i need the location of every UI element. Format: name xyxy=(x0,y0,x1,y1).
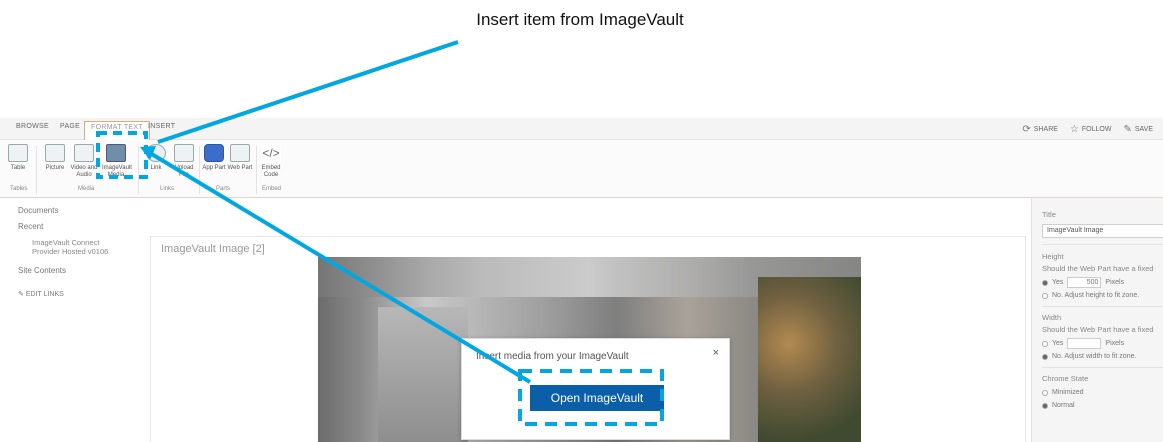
tool-pane: Title ImageVault Image Height Should the… xyxy=(1031,198,1163,442)
nav-recent-item[interactable]: ImageVault Connect Provider Hosted v0106 xyxy=(32,238,108,256)
share-icon: ⟳ xyxy=(1022,124,1031,135)
imagevault-media-button[interactable]: ImageVault Media xyxy=(102,144,132,179)
radio-icon xyxy=(1042,389,1048,396)
radio-selected-icon xyxy=(1042,402,1048,409)
save-icon: ✎ xyxy=(1123,124,1132,135)
radio-icon xyxy=(1042,292,1048,299)
imagevault-icon xyxy=(106,144,126,162)
table-button[interactable]: Table xyxy=(4,144,32,172)
group-label-tables: Tables xyxy=(10,186,28,192)
width-question: Should the Web Part have a fixed xyxy=(1042,325,1154,334)
callout-title: Insert item from ImageVault xyxy=(476,10,684,29)
video-audio-button[interactable]: Video and Audio xyxy=(70,144,98,179)
web-part-title[interactable]: ImageVault Image [2] xyxy=(161,243,265,255)
width-label: Width xyxy=(1042,313,1062,322)
radio-selected-icon xyxy=(1042,353,1048,360)
nav-site-contents[interactable]: Site Contents xyxy=(18,266,66,275)
nav-recent: Recent xyxy=(18,222,44,231)
height-value-input[interactable]: 500 xyxy=(1067,277,1102,288)
embed-code-button[interactable]: </> Embed Code xyxy=(257,144,285,179)
share-button[interactable]: ⟳ SHARE xyxy=(1022,124,1058,135)
height-question: Should the Web Part have a fixed xyxy=(1042,264,1154,273)
radio-selected-icon xyxy=(1042,279,1048,286)
group-label-media: Media xyxy=(78,186,95,192)
embed-code-icon: </> xyxy=(261,144,281,162)
web-part-icon xyxy=(230,144,250,162)
nav-documents[interactable]: Documents xyxy=(18,206,58,215)
insert-media-dialog: Insert media from your ImageVault × Open… xyxy=(461,338,730,440)
ribbon: Table Picture Video and Audio ImageVault… xyxy=(0,140,1163,198)
title-label: Title xyxy=(1042,210,1056,219)
upload-icon xyxy=(174,144,194,162)
picture-icon xyxy=(45,144,65,162)
group-label-links: Links xyxy=(160,186,175,192)
group-separator xyxy=(36,146,37,194)
pencil-icon: ✎ xyxy=(18,291,26,298)
width-no-radio[interactable]: No. Adjust width to fit zone. xyxy=(1042,353,1136,360)
app-part-button[interactable]: App Part xyxy=(200,144,228,172)
group-label-parts: Parts xyxy=(216,186,231,192)
dialog-title: Insert media from your ImageVault xyxy=(476,351,629,362)
open-imagevault-button[interactable]: Open ImageVault xyxy=(530,385,664,411)
tab-format-text[interactable]: FORMAT TEXT xyxy=(84,121,150,140)
group-separator xyxy=(138,146,139,194)
tab-page[interactable]: PAGE xyxy=(60,123,80,130)
app-part-icon xyxy=(204,144,224,162)
web-part-button[interactable]: Web Part xyxy=(226,144,254,172)
chrome-normal-radio[interactable]: Normal xyxy=(1042,402,1075,409)
page-actions: ⟳ SHARE ☆ FOLLOW ✎ SAVE xyxy=(1022,124,1153,135)
upload-file-button[interactable]: Upload File xyxy=(170,144,198,179)
chrome-state-label: Chrome State xyxy=(1042,374,1089,383)
save-button[interactable]: ✎ SAVE xyxy=(1123,124,1153,135)
link-button[interactable]: Link xyxy=(142,144,170,172)
width-yes-radio[interactable]: Yes Pixels xyxy=(1042,338,1124,349)
width-value-input[interactable] xyxy=(1067,338,1102,349)
star-icon: ☆ xyxy=(1069,124,1079,135)
tab-insert[interactable]: INSERT xyxy=(148,123,175,130)
close-icon[interactable]: × xyxy=(713,347,719,359)
title-input[interactable]: ImageVault Image xyxy=(1042,224,1163,238)
picture-button[interactable]: Picture xyxy=(41,144,69,172)
table-icon xyxy=(8,144,28,162)
follow-button[interactable]: ☆ FOLLOW xyxy=(1070,124,1112,135)
chrome-minimized-radio[interactable]: Minimized xyxy=(1042,389,1084,396)
ribbon-tabs: BROWSE PAGE FORMAT TEXT INSERT ⟳ SHARE ☆ F… xyxy=(0,118,1163,140)
height-yes-radio[interactable]: Yes 500 Pixels xyxy=(1042,277,1124,288)
group-label-embed: Embed xyxy=(262,186,282,192)
tab-browse[interactable]: BROWSE xyxy=(16,123,49,130)
quick-launch: Documents Recent ImageVault Connect Prov… xyxy=(0,198,140,442)
radio-icon xyxy=(1042,340,1048,347)
height-no-radio[interactable]: No. Adjust height to fit zone. xyxy=(1042,292,1139,299)
video-icon xyxy=(74,144,94,162)
edit-links-button[interactable]: ✎ EDIT LINKS xyxy=(18,290,64,298)
height-label: Height xyxy=(1042,252,1064,261)
link-icon xyxy=(146,144,166,162)
